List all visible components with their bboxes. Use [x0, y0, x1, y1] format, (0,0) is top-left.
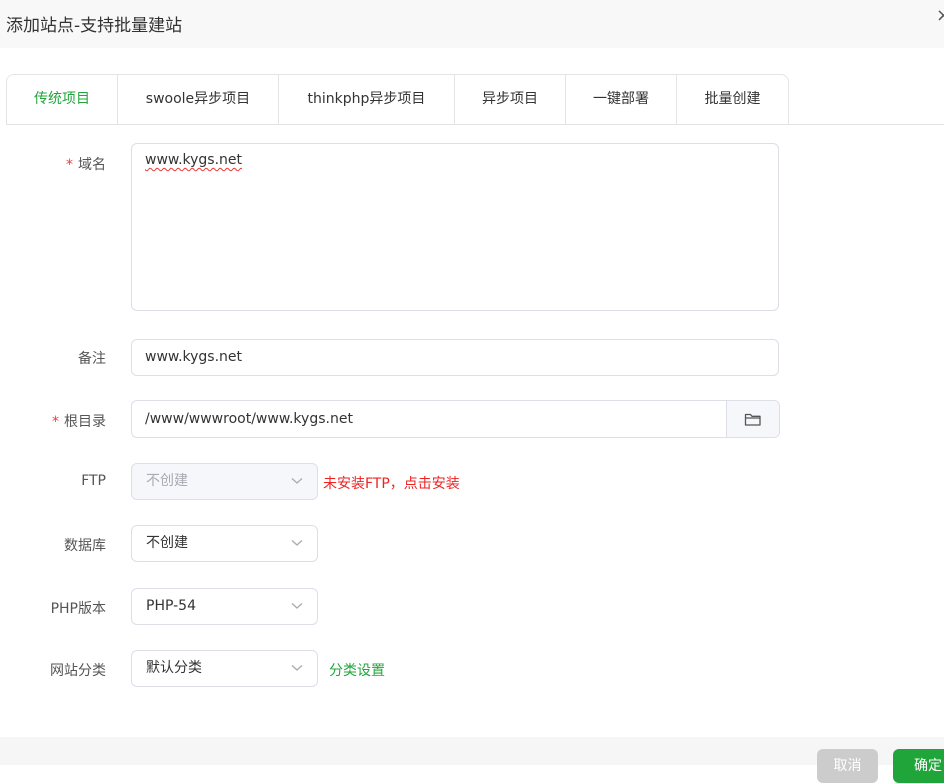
- ftp-select-value: 不创建: [146, 473, 188, 489]
- tab-list: 传统项目 swoole异步项目 thinkphp异步项目 异步项目 一键部署 批…: [6, 74, 789, 124]
- database-label: 数据库: [64, 538, 106, 554]
- tab-bar: 传统项目 swoole异步项目 thinkphp异步项目 异步项目 一键部署 批…: [6, 74, 944, 125]
- root-dir-label: * 根目录: [6, 411, 106, 431]
- dialog-header: 添加站点-支持批量建站 ×: [0, 0, 944, 48]
- required-mark: *: [66, 157, 73, 173]
- chevron-down-icon: [291, 665, 303, 671]
- ftp-label: FTP: [81, 473, 106, 489]
- folder-icon: [744, 413, 761, 426]
- database-select-value: 不创建: [146, 535, 188, 551]
- dialog-title: 添加站点-支持批量建站: [6, 16, 183, 36]
- domain-label: * 域名: [6, 154, 106, 174]
- php-version-select[interactable]: PHP-54: [131, 588, 318, 625]
- chevron-down-icon: [291, 603, 303, 609]
- remark-input[interactable]: www.kygs.net: [131, 339, 779, 376]
- site-category-select[interactable]: 默认分类: [131, 650, 318, 687]
- domain-label-text: 域名: [78, 157, 106, 173]
- domain-textarea[interactable]: www.kygs.net: [131, 143, 779, 311]
- confirm-button[interactable]: 确定: [893, 749, 944, 783]
- install-ftp-link[interactable]: 未安装FTP，点击安装: [323, 473, 460, 493]
- category-settings-link[interactable]: 分类设置: [329, 660, 385, 680]
- folder-browse-button[interactable]: [726, 401, 779, 437]
- tab-batch-create[interactable]: 批量创建: [677, 75, 788, 124]
- php-version-select-value: PHP-54: [146, 598, 196, 614]
- tab-traditional-project[interactable]: 传统项目: [7, 75, 118, 124]
- tab-thinkphp-async-project[interactable]: thinkphp异步项目: [279, 75, 455, 124]
- chevron-down-icon: [291, 540, 303, 546]
- php-version-label: PHP版本: [50, 601, 106, 617]
- site-category-label: 网站分类: [50, 663, 106, 679]
- ftp-select[interactable]: 不创建: [131, 463, 318, 500]
- cancel-button[interactable]: 取消: [817, 749, 878, 783]
- site-category-select-value: 默认分类: [146, 660, 202, 676]
- tab-one-click-deploy[interactable]: 一键部署: [566, 75, 677, 124]
- remark-label: 备注: [78, 351, 106, 367]
- root-dir-field: /www/wwwroot/www.kygs.net: [131, 400, 780, 438]
- root-dir-label-text: 根目录: [64, 414, 106, 430]
- tab-async-project[interactable]: 异步项目: [455, 75, 566, 124]
- dialog-footer: [0, 737, 944, 765]
- domain-value: www.kygs.net: [145, 152, 243, 168]
- database-select[interactable]: 不创建: [131, 525, 318, 562]
- chevron-down-icon: [291, 478, 303, 484]
- tab-swoole-async-project[interactable]: swoole异步项目: [118, 75, 279, 124]
- root-dir-input[interactable]: /www/wwwroot/www.kygs.net: [132, 401, 726, 437]
- required-mark: *: [52, 414, 59, 430]
- close-icon[interactable]: ×: [936, 5, 944, 26]
